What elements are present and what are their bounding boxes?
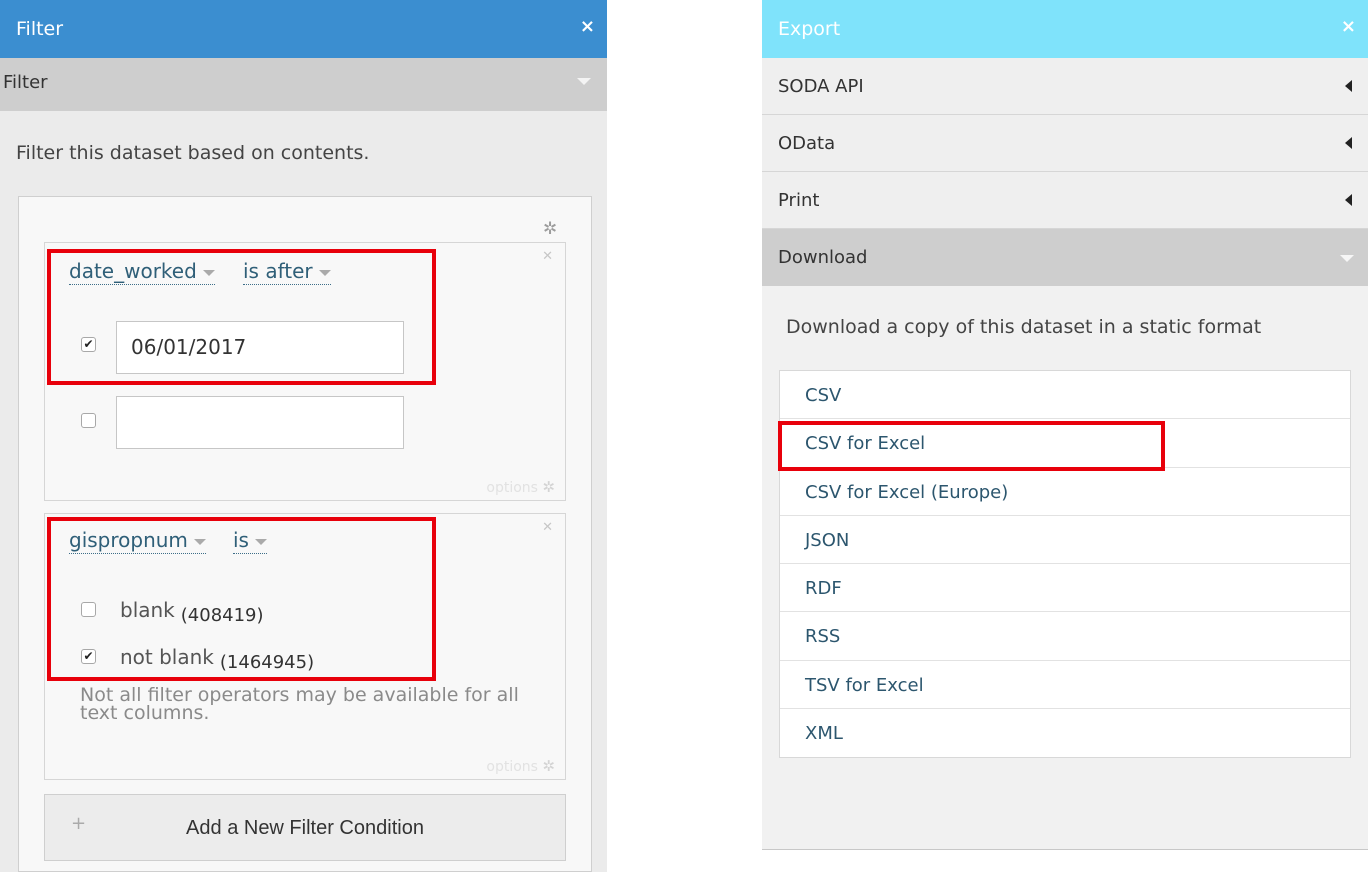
chevron-left-icon xyxy=(1345,194,1352,206)
format-xml[interactable]: XML xyxy=(780,709,1350,757)
format-rdf[interactable]: RDF xyxy=(780,564,1350,613)
highlight-box xyxy=(778,421,1165,471)
format-rss[interactable]: RSS xyxy=(780,612,1350,661)
options-label: options xyxy=(486,759,538,775)
value-checkbox-2[interactable] xyxy=(81,413,96,428)
export-panel-title: Export xyxy=(778,18,841,40)
section-download[interactable]: Download xyxy=(762,229,1368,286)
chevron-down-icon xyxy=(577,78,591,85)
chevron-down-icon xyxy=(1340,255,1354,262)
highlight-box xyxy=(47,249,436,385)
add-filter-condition-label: Add a New Filter Condition xyxy=(186,817,424,839)
filter-operator-note: Not all filter operators may be availabl… xyxy=(80,684,519,724)
section-label: Download xyxy=(778,247,868,268)
download-description: Download a copy of this dataset in a sta… xyxy=(786,316,1262,338)
gear-icon: ✲ xyxy=(542,478,555,496)
remove-condition-icon[interactable]: ✕ xyxy=(542,249,553,264)
export-titlebar: Export × xyxy=(762,0,1368,58)
filter-titlebar: Filter × xyxy=(0,0,607,58)
filter-panel-title: Filter xyxy=(16,18,64,40)
section-odata[interactable]: OData xyxy=(762,115,1368,172)
add-filter-condition-button[interactable]: + Add a New Filter Condition xyxy=(44,794,566,861)
condition-options-link[interactable]: options ✲ xyxy=(486,757,555,775)
format-tsv-for-excel[interactable]: TSV for Excel xyxy=(780,661,1350,710)
gear-icon: ✲ xyxy=(542,757,555,775)
condition-options-link[interactable]: options ✲ xyxy=(486,478,555,496)
filter-panel: Filter × Filter Filter this dataset base… xyxy=(0,0,607,872)
section-label: Print xyxy=(778,190,820,211)
filter-section-label: Filter xyxy=(3,72,48,93)
options-label: options xyxy=(486,480,538,496)
gear-icon[interactable]: ✲ xyxy=(543,219,557,239)
section-label: SODA API xyxy=(778,76,864,97)
filter-description: Filter this dataset based on contents. xyxy=(16,142,370,164)
close-icon[interactable]: × xyxy=(1341,16,1356,37)
export-panel: Export × SODA API OData Print Download D… xyxy=(762,0,1368,850)
section-label: OData xyxy=(778,133,836,154)
format-csv[interactable]: CSV xyxy=(780,371,1350,420)
format-csv-for-excel-europe[interactable]: CSV for Excel (Europe) xyxy=(780,468,1350,516)
close-icon[interactable]: × xyxy=(580,16,595,37)
format-json[interactable]: JSON xyxy=(780,516,1350,565)
section-soda-api[interactable]: SODA API xyxy=(762,58,1368,115)
highlight-box xyxy=(47,517,436,681)
second-value-input[interactable] xyxy=(116,396,404,449)
filter-section-header[interactable]: Filter xyxy=(0,58,607,111)
remove-condition-icon[interactable]: ✕ xyxy=(542,520,553,535)
chevron-left-icon xyxy=(1345,80,1352,92)
chevron-left-icon xyxy=(1345,137,1352,149)
section-print[interactable]: Print xyxy=(762,172,1368,229)
